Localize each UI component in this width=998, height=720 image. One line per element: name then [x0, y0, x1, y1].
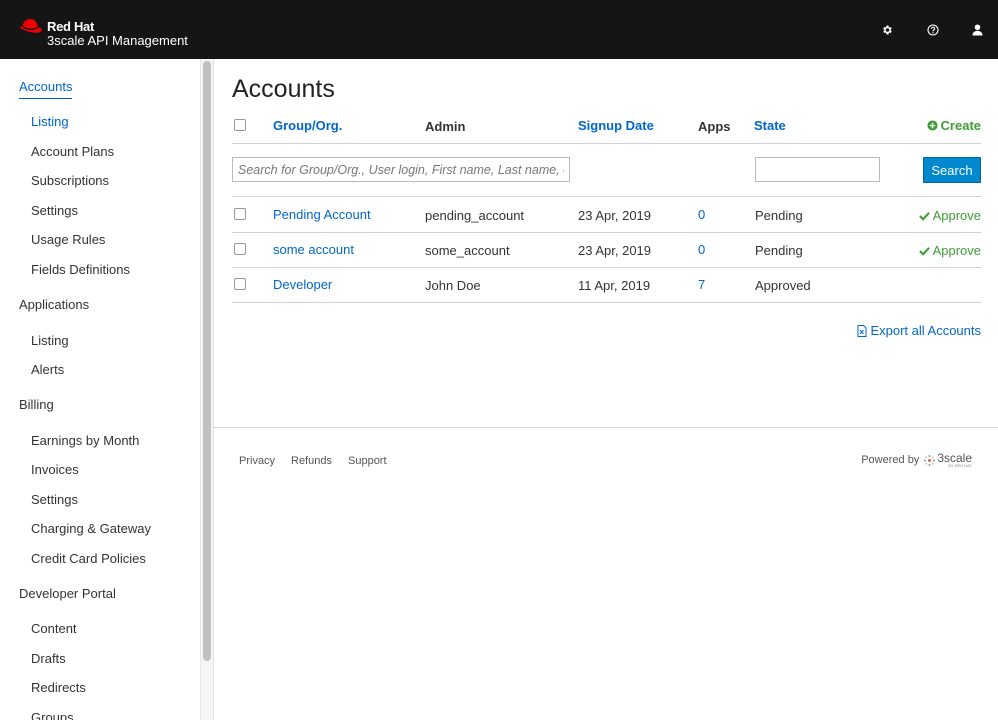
- help-icon[interactable]: [925, 22, 941, 38]
- search-button[interactable]: Search: [923, 157, 981, 183]
- approve-label: Approve: [932, 243, 981, 258]
- footer-link-refunds[interactable]: Refunds: [291, 455, 332, 467]
- apps-count-link[interactable]: 7: [698, 277, 705, 292]
- product-name: 3scale API Management: [47, 33, 188, 48]
- admin-cell: John Doe: [425, 278, 481, 293]
- column-header-apps: Apps: [698, 119, 731, 134]
- divider: [232, 143, 981, 144]
- powered-by: Powered by 3scale BY RED HAT: [861, 452, 972, 468]
- gear-icon[interactable]: [879, 22, 895, 38]
- check-icon: [918, 246, 930, 256]
- column-header-admin: Admin: [425, 119, 466, 134]
- sidebar-item-billing-settings[interactable]: Settings: [31, 492, 78, 507]
- powered-by-label: Powered by: [861, 454, 920, 466]
- sidebar-item-invoices[interactable]: Invoices: [31, 462, 79, 477]
- admin-cell: some_account: [425, 243, 510, 258]
- sidebar-item-account-plans[interactable]: Account Plans: [31, 144, 114, 159]
- apps-count-link[interactable]: 0: [698, 207, 705, 222]
- sidebar-item-applications-listing[interactable]: Listing: [31, 333, 69, 348]
- sidebar-scrollbar-thumb[interactable]: [203, 61, 211, 661]
- create-account-button[interactable]: Create: [926, 118, 981, 133]
- account-link[interactable]: Pending Account: [273, 207, 371, 222]
- sidebar-item-fields-definitions[interactable]: Fields Definitions: [31, 262, 130, 277]
- sidebar-item-credit-card-policies[interactable]: Credit Card Policies: [31, 551, 146, 566]
- sidebar-item-redirects[interactable]: Redirects: [31, 680, 86, 695]
- signup-date-cell: 11 Apr, 2019: [578, 278, 651, 293]
- export-file-icon: [857, 324, 867, 337]
- create-label: Create: [940, 118, 981, 133]
- sidebar-section-billing[interactable]: Billing: [19, 397, 54, 412]
- sidebar-item-accounts-listing[interactable]: Listing: [31, 114, 69, 129]
- sidebar-item-subscriptions[interactable]: Subscriptions: [31, 173, 109, 188]
- state-filter-input[interactable]: [755, 157, 880, 182]
- sidebar-nav: Accounts Listing Account Plans Subscript…: [0, 59, 214, 720]
- column-header-group[interactable]: Group/Org.: [273, 118, 342, 133]
- divider: [232, 196, 981, 197]
- apps-count-link[interactable]: 0: [698, 242, 705, 257]
- row-checkbox[interactable]: [234, 208, 246, 220]
- row-checkbox[interactable]: [234, 243, 246, 255]
- 3scale-logo[interactable]: 3scale BY RED HAT: [923, 452, 972, 468]
- 3scale-logo-sub: BY RED HAT: [948, 463, 972, 468]
- select-all-checkbox[interactable]: [234, 119, 246, 131]
- state-cell: Pending: [755, 243, 803, 258]
- user-icon[interactable]: [969, 22, 985, 38]
- divider: [232, 302, 981, 303]
- sidebar-item-content[interactable]: Content: [31, 621, 77, 636]
- sidebar-section-applications[interactable]: Applications: [19, 297, 89, 312]
- brand-name: Red Hat: [47, 19, 95, 34]
- approve-button[interactable]: Approve: [918, 243, 981, 258]
- plus-circle-icon: [926, 120, 938, 131]
- approve-button[interactable]: Approve: [918, 208, 981, 223]
- footer-divider: [214, 427, 998, 428]
- sidebar-item-earnings-by-month[interactable]: Earnings by Month: [31, 433, 139, 448]
- check-icon: [918, 211, 930, 221]
- signup-date-cell: 23 Apr, 2019: [578, 243, 652, 258]
- column-header-state[interactable]: State: [754, 118, 786, 133]
- main-content: Accounts Group/Org. Admin Signup Date Ap…: [214, 59, 998, 720]
- approve-label: Approve: [932, 208, 981, 223]
- search-input[interactable]: [232, 157, 570, 182]
- divider: [232, 267, 981, 268]
- account-link[interactable]: some account: [273, 242, 354, 257]
- footer-link-privacy[interactable]: Privacy: [239, 455, 275, 467]
- row-checkbox[interactable]: [234, 278, 246, 290]
- state-cell: Approved: [755, 278, 811, 293]
- footer-link-support[interactable]: Support: [348, 455, 387, 467]
- sidebar-item-charging-gateway[interactable]: Charging & Gateway: [31, 521, 151, 536]
- sidebar-item-groups[interactable]: Groups: [31, 710, 74, 720]
- sidebar-item-alerts[interactable]: Alerts: [31, 362, 64, 377]
- sidebar-section-developer-portal[interactable]: Developer Portal: [19, 586, 116, 601]
- sidebar-item-usage-rules[interactable]: Usage Rules: [31, 232, 105, 247]
- export-label: Export all Accounts: [870, 323, 981, 338]
- account-link[interactable]: Developer: [273, 277, 332, 292]
- redhat-hat-icon: [20, 19, 42, 33]
- masthead: Red Hat 3scale API Management: [0, 0, 998, 59]
- admin-cell: pending_account: [425, 208, 525, 223]
- page-title: Accounts: [232, 75, 335, 103]
- sidebar-section-accounts[interactable]: Accounts: [19, 79, 73, 99]
- 3scale-dots-icon: [924, 454, 936, 466]
- sidebar-item-drafts[interactable]: Drafts: [31, 651, 66, 666]
- column-header-signup-date[interactable]: Signup Date: [578, 118, 654, 133]
- state-cell: Pending: [755, 208, 803, 223]
- divider: [232, 232, 981, 233]
- signup-date-cell: 23 Apr, 2019: [578, 208, 652, 223]
- sidebar-item-accounts-settings[interactable]: Settings: [31, 203, 78, 218]
- export-accounts-link[interactable]: Export all Accounts: [857, 323, 981, 338]
